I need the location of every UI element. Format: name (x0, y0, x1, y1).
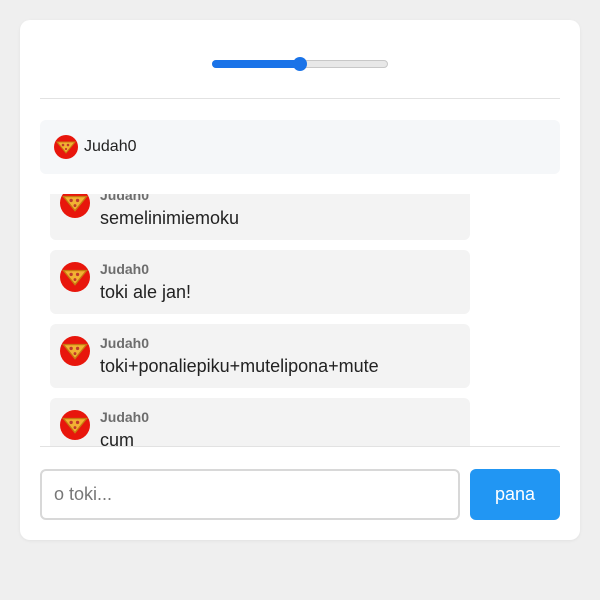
pizza-avatar-icon (54, 135, 78, 159)
pizza-avatar-icon (60, 194, 90, 218)
message-item: Judah0 toki+ponaliepiku+mutelipona+mute (50, 324, 470, 388)
bottom-divider (40, 446, 560, 447)
slider-thumb[interactable] (293, 57, 307, 71)
message-item: Judah0 semelinimiemoku (50, 194, 470, 240)
send-button[interactable]: pana (470, 469, 560, 520)
message-body: Judah0 toki+ponaliepiku+mutelipona+mute (100, 334, 379, 378)
top-divider (40, 98, 560, 99)
message-body: Judah0 cum (100, 408, 149, 446)
header-username: Judah0 (84, 138, 137, 155)
pizza-avatar-icon (60, 410, 90, 440)
slider-fill (212, 60, 300, 68)
message-text: cum (100, 430, 135, 446)
message-author: Judah0 (100, 335, 150, 351)
message-author: Judah0 (100, 261, 150, 277)
volume-slider[interactable] (212, 56, 388, 72)
chat-card: Judah0 Judah0 semelinimiemoku Judah0 toki a… (20, 20, 580, 540)
message-body: Judah0 semelinimiemoku (100, 194, 239, 230)
message-text: semelinimiemoku (100, 208, 240, 228)
message-text: toki+ponaliepiku+mutelipona+mute (100, 356, 379, 376)
message-item: Judah0 toki ale jan! (50, 250, 470, 314)
message-text: toki ale jan! (100, 282, 192, 302)
message-author: Judah0 (100, 194, 150, 203)
message-author: Judah0 (100, 409, 150, 425)
message-item: Judah0 cum (50, 398, 470, 446)
message-input[interactable] (40, 469, 460, 520)
pizza-avatar-icon (60, 262, 90, 292)
pizza-avatar-icon (60, 336, 90, 366)
message-list[interactable]: Judah0 semelinimiemoku Judah0 toki ale jan!… (40, 194, 560, 446)
message-body: Judah0 toki ale jan! (100, 260, 191, 304)
user-header: Judah0 (40, 120, 560, 174)
